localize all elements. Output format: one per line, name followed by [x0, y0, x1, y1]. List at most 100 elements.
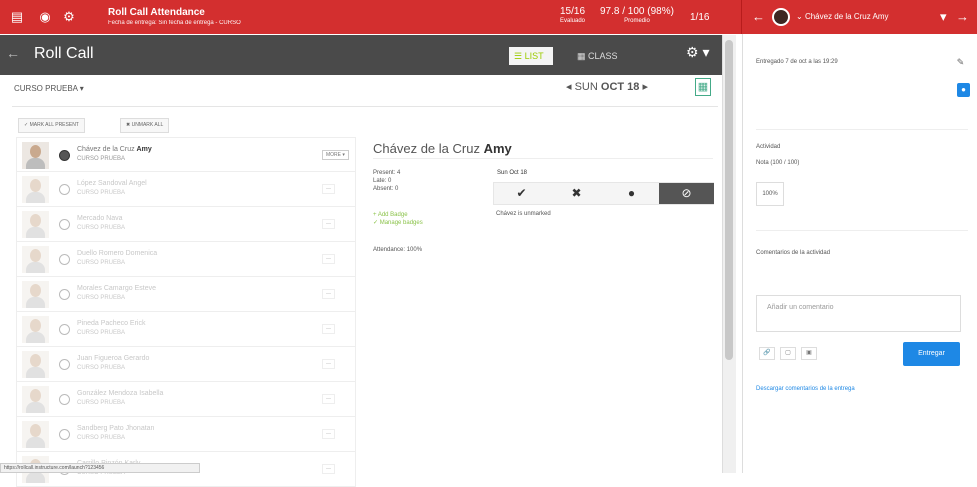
student-photo	[22, 351, 49, 378]
next-date-icon[interactable]: ▸	[642, 81, 648, 93]
grade-input[interactable]: 100%	[756, 182, 784, 206]
student-options-dropdown[interactable]: —	[322, 359, 335, 369]
student-row[interactable]: Duello Romero Domenica CURSO PRUEBA —	[16, 242, 356, 277]
status-circle-icon[interactable]	[59, 219, 70, 230]
student-row[interactable]: Pineda Pacheco Erick CURSO PRUEBA —	[16, 312, 356, 347]
download-comments-link[interactable]: Descargar comentarios de la entrega	[756, 386, 855, 392]
submit-button[interactable]: Entregar	[903, 342, 960, 366]
present-button[interactable]: ✔	[494, 183, 549, 204]
attach-link-icon[interactable]: 🔗	[759, 347, 775, 360]
graded-stat: 15/16 Evaluado	[560, 6, 585, 26]
next-student-icon[interactable]: →	[956, 8, 969, 26]
student-name-light: Morales Camargo Esteve	[77, 285, 156, 292]
student-name-light: Juan Figueroa Gerardo	[77, 355, 150, 362]
scrollbar-thumb[interactable]	[725, 40, 733, 360]
settings-icon[interactable]: ⚙	[60, 8, 78, 26]
comment-input[interactable]: Añadir un comentario	[756, 295, 961, 332]
student-course: CURSO PRUEBA	[77, 260, 126, 266]
status-circle-icon[interactable]	[59, 184, 70, 195]
student-name-light: Mercado Nava	[77, 215, 123, 222]
student-options-dropdown[interactable]: —	[322, 254, 335, 264]
prev-student-icon[interactable]: ←	[752, 8, 765, 26]
top-bar: ▤ ◉ ⚙ Roll Call Attendance Fecha de entr…	[0, 0, 977, 34]
status-circle-icon[interactable]	[59, 324, 70, 335]
calendar-icon[interactable]: ▦	[695, 78, 711, 96]
student-options-dropdown[interactable]: —	[322, 324, 335, 334]
date-text: OCT 18	[600, 81, 640, 93]
absent-button[interactable]: ✖	[549, 183, 604, 204]
student-name: González Mendoza Isabella	[77, 389, 163, 398]
student-name: Pineda Pacheco Erick	[77, 319, 145, 328]
status-circle-icon[interactable]	[59, 254, 70, 265]
photo-head	[30, 389, 41, 402]
activity-label: Actividad	[756, 144, 781, 150]
photo-head	[30, 354, 41, 367]
student-name-light: López Sandoval Angel	[77, 180, 147, 187]
student-row[interactable]: López Sandoval Angel CURSO PRUEBA —	[16, 172, 356, 207]
gear-icon[interactable]: ⚙ ▾	[686, 44, 709, 61]
student-photo	[22, 316, 49, 343]
eye-icon[interactable]: ◉	[36, 8, 54, 26]
student-name: Chávez de la Cruz Amy	[77, 145, 152, 154]
student-row[interactable]: González Mendoza Isabella CURSO PRUEBA —	[16, 382, 356, 417]
student-options-dropdown[interactable]: —	[322, 394, 335, 404]
status-circle-icon[interactable]	[59, 394, 70, 405]
student-course: CURSO PRUEBA	[77, 330, 126, 336]
late-button[interactable]: ●	[604, 183, 659, 204]
excused-button[interactable]: ⊘	[659, 183, 714, 204]
edit-icon[interactable]: ✎	[952, 54, 969, 71]
menu-icon[interactable]: ▤	[8, 8, 26, 26]
tab-class[interactable]: ▦ CLASS	[577, 47, 618, 65]
page-title: Roll Call	[34, 45, 94, 62]
current-student-name[interactable]: ⌄ Chávez de la Cruz Amy	[796, 12, 889, 21]
student-options-dropdown[interactable]: MORE ▾	[322, 150, 349, 160]
status-circle-icon[interactable]	[59, 359, 70, 370]
attendance-date: Sun Oct 18	[497, 170, 528, 176]
average-value: 97.8 / 100 (98%)	[600, 6, 674, 17]
student-row[interactable]: Mercado Nava CURSO PRUEBA —	[16, 207, 356, 242]
back-arrow-icon[interactable]: ←	[6, 45, 20, 61]
course-dropdown[interactable]: CURSO PRUEBA ▾	[14, 84, 84, 93]
info-button[interactable]: ●	[957, 83, 970, 97]
student-row[interactable]: Morales Camargo Esteve CURSO PRUEBA —	[16, 277, 356, 312]
student-avatar	[772, 8, 790, 26]
student-options-dropdown[interactable]: —	[322, 429, 335, 439]
status-circle-icon[interactable]	[59, 289, 70, 300]
student-row[interactable]: Sandberg Pato Jhonatan CURSO PRUEBA —	[16, 417, 356, 452]
divider	[756, 230, 968, 231]
student-options-dropdown[interactable]: —	[322, 289, 335, 299]
detail-name-bold: Amy	[483, 141, 512, 156]
student-course: CURSO PRUEBA	[77, 190, 126, 196]
media-icon[interactable]: ▣	[801, 347, 817, 360]
student-photo	[22, 176, 49, 203]
student-options-dropdown[interactable]: —	[322, 184, 335, 194]
present-count: Present: 4	[373, 170, 401, 176]
manage-badges-link[interactable]: ✓ Manage badges	[373, 219, 423, 227]
note-label: Nota (100 / 100)	[756, 160, 800, 166]
student-photo	[22, 246, 49, 273]
tab-class-label: CLASS	[588, 51, 618, 61]
unmark-all-button[interactable]: ✖ UNMARK ALL	[120, 118, 170, 133]
status-circle-icon[interactable]	[59, 150, 70, 161]
student-photo	[22, 211, 49, 238]
student-course: CURSO PRUEBA	[77, 295, 126, 301]
student-row[interactable]: Juan Figueroa Gerardo CURSO PRUEBA —	[16, 347, 356, 382]
prev-date-icon[interactable]: ◂	[566, 81, 572, 93]
student-name: Mercado Nava	[77, 214, 123, 223]
student-row[interactable]: Chávez de la Cruz Amy CURSO PRUEBA MORE ▾	[16, 137, 356, 172]
mark-all-present-button[interactable]: ✓ MARK ALL PRESENT	[18, 118, 85, 133]
caret-icon[interactable]: ▾	[940, 8, 947, 26]
absent-count: Absent: 0	[373, 186, 399, 192]
attach-file-icon[interactable]: ▢	[780, 347, 796, 360]
photo-head	[30, 179, 41, 192]
status-circle-icon[interactable]	[59, 429, 70, 440]
detail-student-name: Chávez de la Cruz Amy	[373, 141, 512, 156]
detail-name-light: Chávez de la Cruz	[373, 141, 480, 156]
student-photo	[22, 386, 49, 413]
tab-list[interactable]: ☰ LIST	[509, 47, 553, 65]
tab-list-label: LIST	[524, 51, 544, 61]
student-options-dropdown[interactable]: —	[322, 219, 335, 229]
graded-value: 15/16	[560, 6, 586, 17]
assignment-subtitle: Fecha de entrega: Sin fecha de entrega -…	[108, 20, 241, 26]
add-badge-link[interactable]: + Add Badge	[373, 211, 408, 219]
